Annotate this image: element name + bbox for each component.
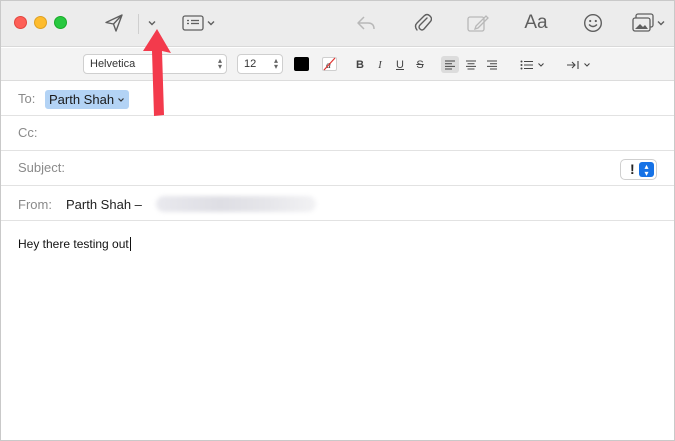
emoji-icon bbox=[583, 13, 603, 33]
cc-label: Cc: bbox=[18, 125, 38, 140]
from-label: From: bbox=[18, 197, 52, 212]
markup-icon bbox=[467, 15, 489, 32]
align-right-button[interactable] bbox=[484, 56, 500, 73]
message-body[interactable]: Hey there testing out bbox=[18, 237, 131, 251]
indent-icon bbox=[566, 60, 579, 69]
bulleted-list-icon bbox=[520, 60, 533, 69]
zoom-window-button[interactable] bbox=[54, 16, 67, 29]
font-size-value: 12 bbox=[244, 58, 257, 70]
header-fields-icon bbox=[182, 15, 204, 31]
format-label: Aa bbox=[524, 12, 548, 33]
to-label: To: bbox=[18, 91, 36, 106]
align-left-icon bbox=[445, 60, 455, 69]
subject-label: Subject: bbox=[18, 160, 65, 175]
chevron-down-icon bbox=[657, 21, 665, 26]
underline-button[interactable]: U bbox=[393, 56, 407, 73]
no-color-icon: a bbox=[323, 57, 336, 71]
photo-browser-icon bbox=[632, 13, 654, 32]
close-window-button[interactable] bbox=[14, 16, 27, 29]
align-left-button[interactable] bbox=[441, 56, 459, 73]
reply-icon bbox=[357, 16, 375, 30]
from-account-select[interactable]: Parth Shah – bbox=[66, 197, 142, 212]
compose-window: Aa Helvetica ▴▾ 12 ▴▾ a B I U S bbox=[0, 0, 675, 441]
format-button[interactable]: Aa bbox=[521, 10, 551, 36]
annotation-arrow bbox=[143, 29, 171, 116]
attach-button[interactable] bbox=[410, 10, 436, 36]
header-fields-button[interactable] bbox=[179, 10, 219, 36]
send-icon bbox=[105, 14, 123, 32]
priority-symbol: ! bbox=[630, 161, 635, 177]
chevron-down-icon bbox=[118, 97, 124, 102]
text-cursor bbox=[129, 237, 131, 251]
minimize-window-button[interactable] bbox=[34, 16, 47, 29]
chevron-down-icon bbox=[537, 62, 544, 67]
chevron-down-icon bbox=[583, 62, 590, 67]
recipient-name: Parth Shah bbox=[49, 92, 115, 107]
subject-row[interactable]: Subject: ! ▴ ▾ bbox=[1, 151, 674, 186]
message-body-text: Hey there testing out bbox=[18, 237, 129, 251]
stepper-arrows-icon: ▴ ▾ bbox=[217, 56, 222, 71]
font-size-select[interactable]: 12 ▴ ▾ bbox=[237, 54, 283, 74]
indent-button[interactable] bbox=[564, 56, 592, 73]
cc-row[interactable]: Cc: bbox=[1, 116, 674, 151]
reply-button[interactable] bbox=[353, 10, 379, 36]
stepper-arrows-icon: ▴ ▾ bbox=[639, 162, 654, 178]
redacted-email-address bbox=[156, 196, 316, 212]
italic-button[interactable]: I bbox=[374, 56, 386, 73]
priority-select[interactable]: ! ▴ ▾ bbox=[620, 159, 657, 180]
to-row: To: Parth Shah bbox=[1, 82, 674, 116]
text-color-swatch[interactable] bbox=[294, 57, 309, 71]
paperclip-icon bbox=[414, 13, 432, 31]
background-color-swatch[interactable]: a bbox=[322, 57, 337, 71]
recipient-token[interactable]: Parth Shah bbox=[45, 90, 130, 109]
chevron-down-icon bbox=[148, 21, 156, 26]
align-center-icon bbox=[466, 60, 476, 69]
toolbar-separator bbox=[138, 14, 139, 34]
bold-button[interactable]: B bbox=[353, 56, 367, 73]
format-bar: Helvetica ▴▾ 12 ▴▾ a B I U S bbox=[1, 48, 674, 81]
markup-button[interactable] bbox=[465, 10, 491, 36]
font-family-value: Helvetica bbox=[90, 58, 136, 70]
list-style-button[interactable] bbox=[518, 56, 546, 73]
align-center-button[interactable] bbox=[463, 56, 479, 73]
toolbar: Aa bbox=[1, 1, 674, 47]
align-right-icon bbox=[487, 60, 497, 69]
emoji-button[interactable] bbox=[580, 10, 606, 36]
stepper-arrows-icon: ▴ ▾ bbox=[273, 56, 278, 71]
send-button[interactable] bbox=[101, 10, 127, 36]
strikethrough-button[interactable]: S bbox=[413, 56, 427, 73]
chevron-down-icon bbox=[207, 21, 215, 26]
from-row: From: Parth Shah – bbox=[1, 186, 674, 221]
photo-browser-button[interactable] bbox=[629, 10, 669, 36]
